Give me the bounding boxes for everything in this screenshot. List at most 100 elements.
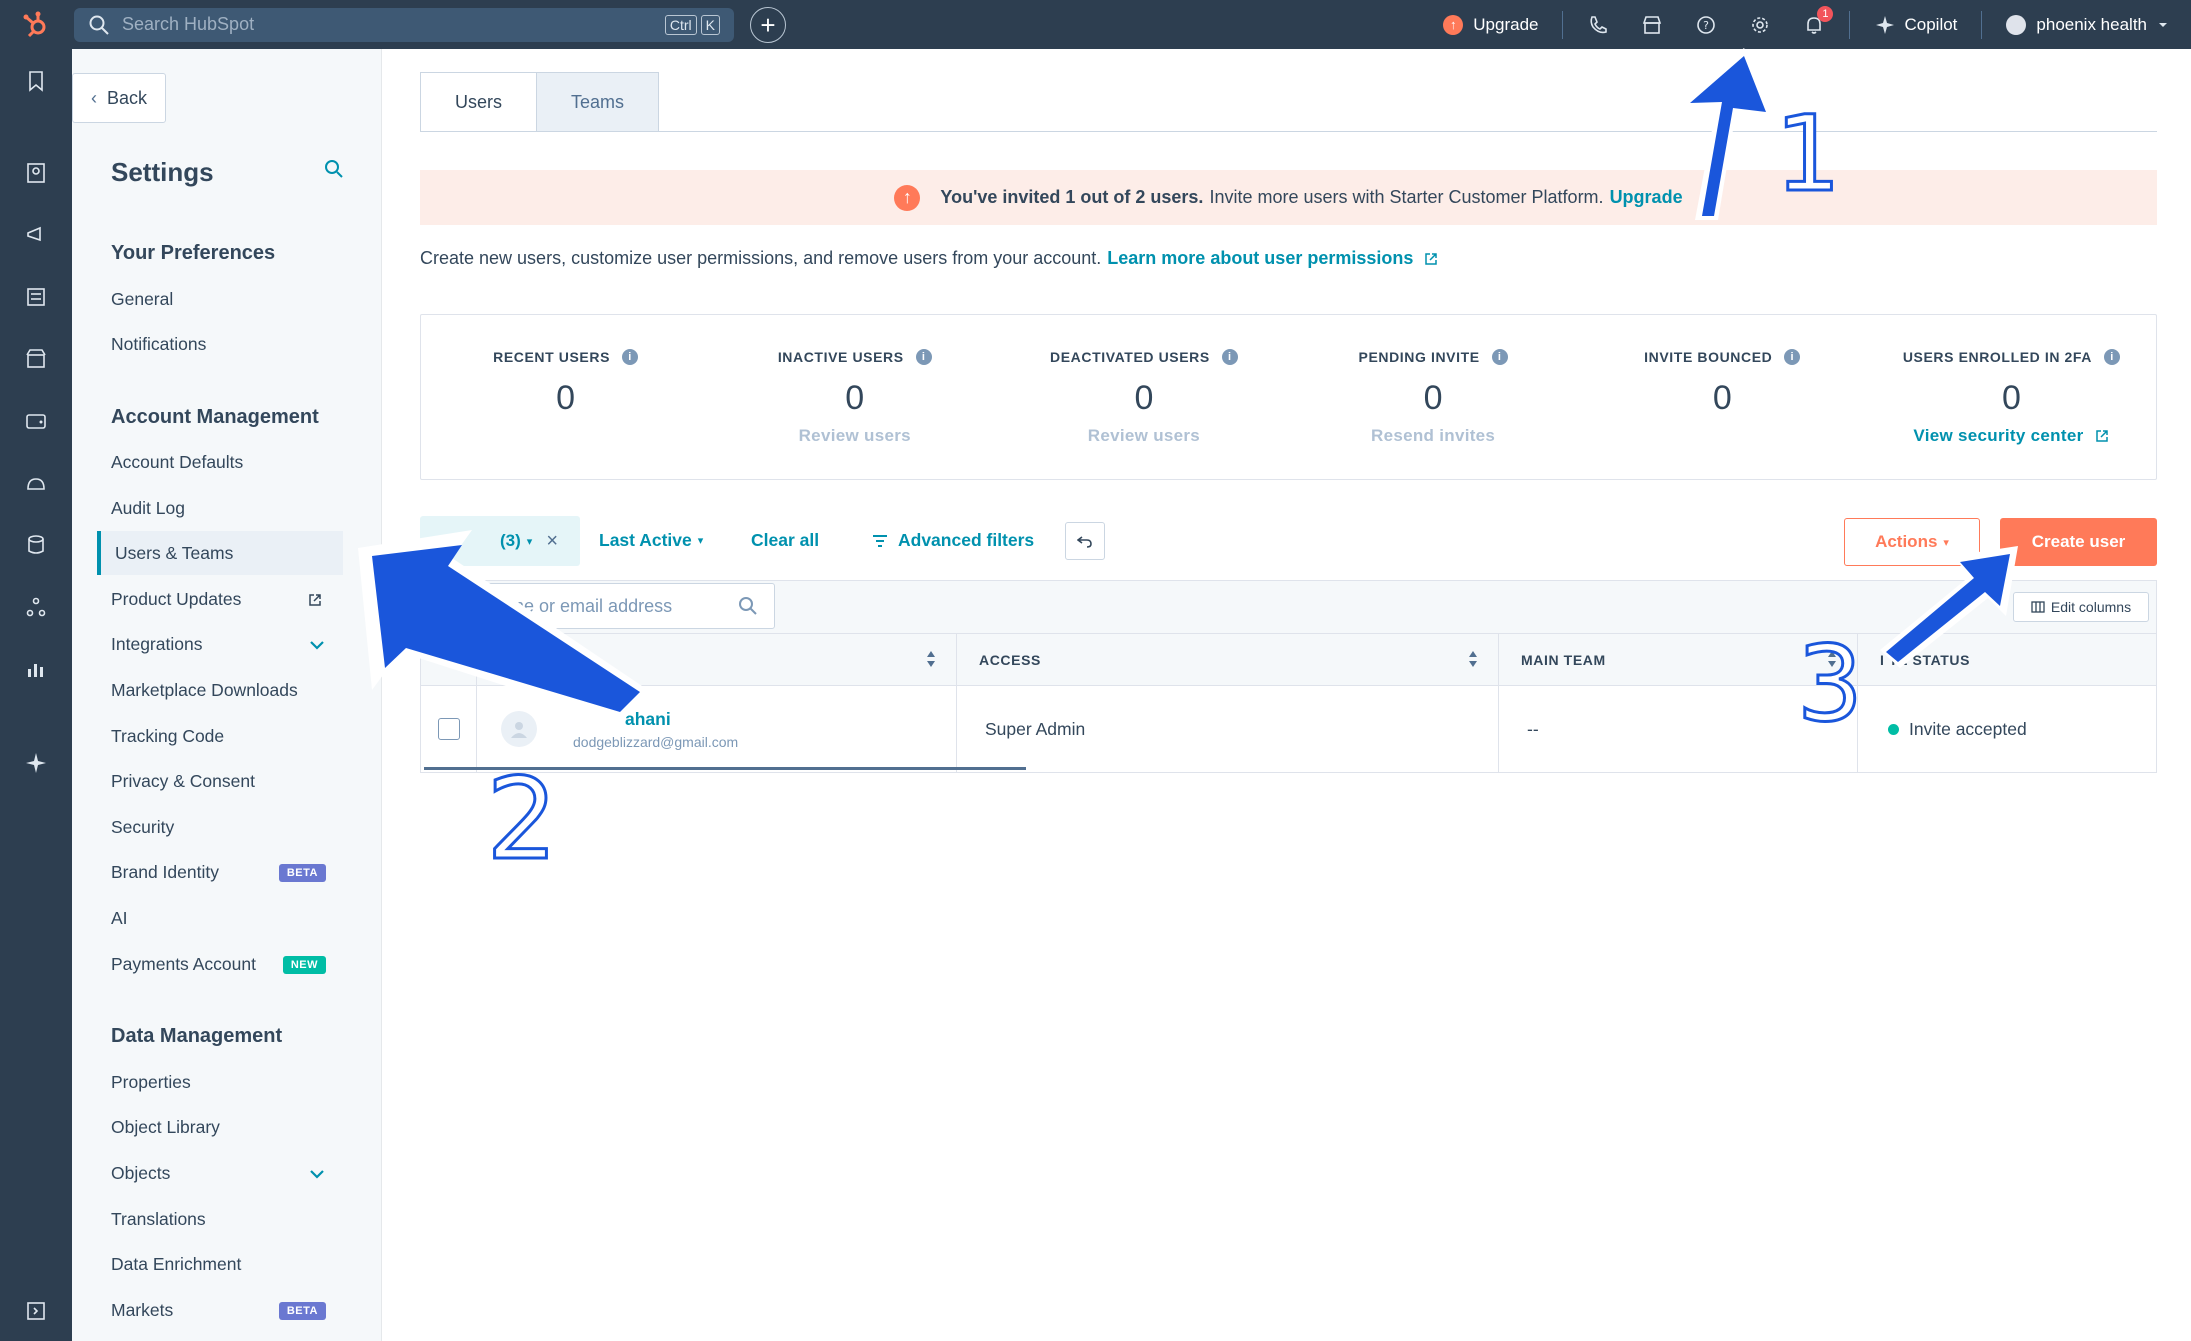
sidebar-item-account-defaults[interactable]: Account Defaults — [111, 452, 381, 473]
info-icon[interactable]: i — [2104, 349, 2121, 365]
stat-value: 0 — [1712, 379, 1732, 417]
global-search-input[interactable]: Search HubSpot Ctrl K — [74, 7, 734, 42]
wallet-icon[interactable] — [24, 409, 48, 433]
banner-upgrade-link[interactable]: Upgrade — [1610, 187, 1683, 208]
sidebar-item-privacy-consent[interactable]: Privacy & Consent — [111, 771, 381, 792]
header-access[interactable]: ACCESS — [957, 634, 1499, 685]
advanced-filters-button[interactable]: Advanced filters — [872, 530, 1034, 551]
bookmark-icon[interactable] — [24, 69, 48, 93]
chevron-down-icon[interactable] — [308, 636, 326, 654]
chevron-down-icon: ▾ — [1943, 536, 1949, 549]
sidebar-item-label: Payments Account — [111, 954, 256, 974]
settings-button[interactable] — [1749, 14, 1771, 36]
service-icon[interactable] — [24, 471, 48, 495]
close-icon[interactable]: × — [546, 530, 558, 553]
copilot-label: Copilot — [1904, 14, 1958, 34]
help-button[interactable]: ? — [1695, 14, 1717, 36]
sidebar-item-integrations[interactable]: Integrations — [111, 634, 381, 655]
name-cell: ahani dodgeblizzard@gmail.com — [477, 686, 957, 772]
search-icon — [739, 597, 757, 615]
stat-label: PENDING INVITE — [1358, 349, 1480, 365]
create-user-button[interactable]: Create user — [2000, 518, 2157, 566]
sidebar-item-notifications[interactable]: Notifications — [111, 334, 381, 355]
upgrade-arrow-icon: ↑ — [1443, 14, 1464, 35]
sidebar-item-users-teams[interactable]: Users & Teams — [97, 531, 343, 575]
sidebar-item-security[interactable]: Security — [111, 817, 381, 838]
store-icon — [1643, 15, 1662, 34]
actions-button[interactable]: Actions ▾ — [1844, 518, 1980, 566]
sidebar-item-label: Privacy & Consent — [111, 771, 255, 791]
header-name[interactable] — [477, 634, 957, 685]
view-security-center-link[interactable]: View security center — [1913, 426, 2109, 446]
filter-chip-label: (3) — [500, 531, 521, 550]
account-menu[interactable]: phoenix health — [2006, 14, 2169, 35]
header-select-all[interactable] — [421, 634, 477, 685]
table-row[interactable]: ahani dodgeblizzard@gmail.com Super Admi… — [420, 686, 2157, 773]
header-invite-status[interactable]: I TE STATUS — [1858, 634, 2156, 685]
info-icon[interactable]: i — [1491, 349, 1508, 365]
users-teams-tabs: Users Teams — [420, 72, 660, 132]
user-icon — [511, 722, 527, 738]
marketplace-button[interactable] — [1641, 14, 1663, 36]
sidebar-item-product-updates[interactable]: Product Updates — [111, 589, 381, 610]
sparkle-icon[interactable] — [24, 751, 48, 775]
top-navigation-bar: Search HubSpot Ctrl K + ↑ Upgrade ? 1 Co… — [0, 0, 2191, 49]
learn-more-link[interactable]: Learn more about user permissions — [1107, 248, 1413, 269]
hubspot-logo-icon[interactable] — [0, 0, 72, 49]
sidebar-item-general[interactable]: General — [111, 289, 381, 310]
chevron-down-icon[interactable] — [308, 1165, 326, 1183]
tab-users[interactable]: Users — [420, 72, 538, 132]
notifications-button[interactable]: 1 — [1803, 5, 1834, 36]
back-button[interactable]: ‹ Back — [72, 73, 166, 123]
horizontal-scrollbar[interactable] — [424, 767, 1026, 770]
info-icon[interactable]: i — [622, 349, 639, 365]
edit-columns-button[interactable]: Edit columns — [2013, 592, 2149, 622]
sidebar-item-ai[interactable]: AI — [111, 908, 381, 929]
sidebar-item-markets[interactable]: Markets BETA — [111, 1300, 381, 1321]
user-name-link[interactable]: ahani — [625, 709, 738, 730]
info-icon[interactable]: i — [1784, 349, 1801, 365]
info-icon[interactable]: i — [915, 349, 932, 365]
content-icon[interactable] — [24, 285, 48, 309]
sidebar-item-tracking-code[interactable]: Tracking Code — [111, 726, 381, 747]
sidebar-item-marketplace-downloads[interactable]: Marketplace Downloads — [111, 680, 381, 701]
automation-icon[interactable] — [24, 595, 48, 619]
sidebar-item-brand-identity[interactable]: Brand Identity BETA — [111, 862, 381, 883]
contacts-icon[interactable] — [24, 161, 48, 185]
user-search-input[interactable]: ch name or email address — [420, 583, 775, 629]
sidebar-item-label: Users & Teams — [115, 542, 234, 563]
nav-group-account: Account Management — [111, 406, 319, 428]
sidebar-item-audit-log[interactable]: Audit Log — [111, 498, 381, 519]
upgrade-link[interactable]: ↑ Upgrade — [1443, 14, 1538, 35]
sidebar-item-label: Marketplace Downloads — [111, 680, 298, 700]
reporting-icon[interactable] — [24, 657, 48, 681]
sidebar-item-data-enrichment[interactable]: Data Enrichment — [111, 1254, 381, 1275]
stat-label: RECENT USERS — [493, 349, 611, 365]
sidebar-item-payments-account[interactable]: Payments Account NEW — [111, 954, 381, 975]
expand-sidebar-icon[interactable] — [24, 1299, 48, 1323]
avatar — [501, 711, 537, 747]
clear-all-button[interactable]: Clear all — [751, 530, 819, 551]
tab-teams[interactable]: Teams — [537, 72, 660, 132]
sidebar-item-object-library[interactable]: Object Library — [111, 1117, 381, 1138]
row-checkbox[interactable] — [437, 718, 460, 740]
sidebar-item-objects[interactable]: Objects — [111, 1163, 381, 1184]
last-active-filter[interactable]: Last Active ▾ — [599, 530, 703, 551]
annotation-label-2: 2 — [486, 755, 557, 885]
sidebar-item-translations[interactable]: Translations — [111, 1209, 381, 1230]
copilot-button[interactable]: Copilot — [1874, 14, 1957, 36]
header-label: ACCESS — [979, 651, 1041, 668]
sidebar-item-properties[interactable]: Properties — [111, 1072, 381, 1093]
commerce-icon[interactable] — [24, 347, 48, 371]
status-filter-chip[interactable]: (3) ▾ × — [420, 516, 580, 566]
reset-filters-button[interactable] — [1065, 522, 1105, 560]
database-icon[interactable] — [24, 533, 48, 557]
search-icon[interactable] — [322, 157, 346, 181]
marketing-icon[interactable] — [24, 223, 48, 247]
stat-label: DEACTIVATED USERS — [1050, 349, 1210, 365]
create-new-button[interactable]: + — [750, 6, 786, 43]
calling-button[interactable] — [1587, 14, 1609, 36]
filter-label: Last Active — [599, 530, 692, 550]
header-main-team[interactable]: MAIN TEAM — [1499, 634, 1858, 685]
info-icon[interactable]: i — [1221, 349, 1238, 365]
